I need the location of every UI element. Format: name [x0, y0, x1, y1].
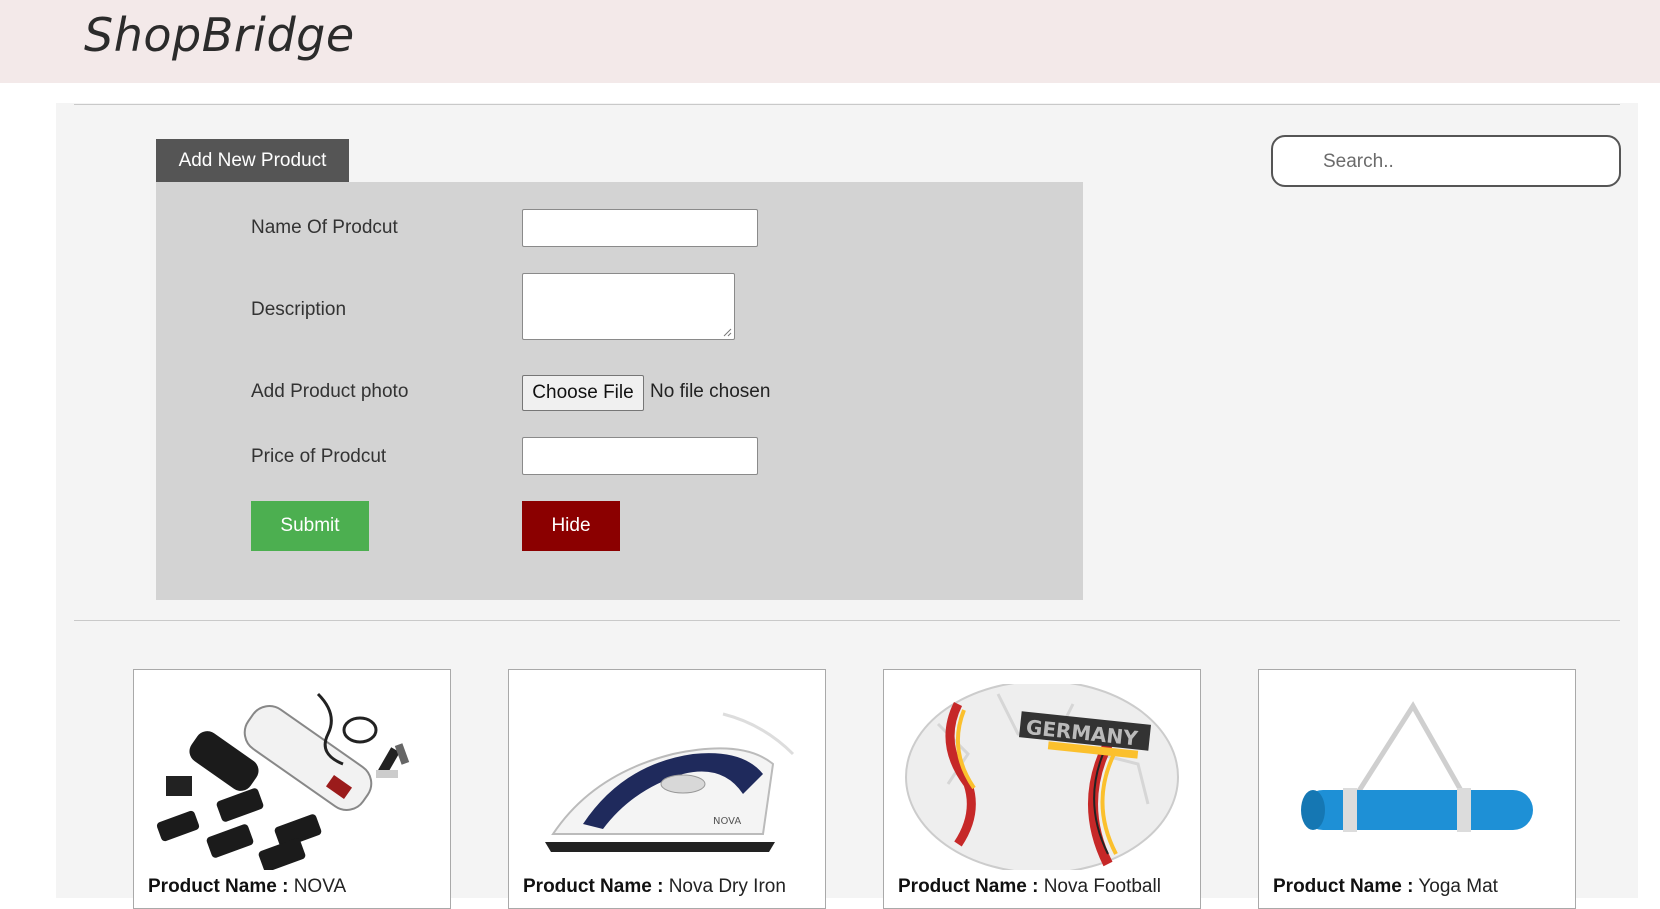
product-card[interactable]: NOVA Product Name : Nova Dry Iron [508, 669, 826, 909]
trimmer-image [148, 684, 436, 870]
football-image: GERMANY [898, 684, 1186, 870]
top-bar: ShopBridge [0, 0, 1660, 83]
product-card[interactable]: Product Name : NOVA [133, 669, 451, 909]
price-label: Price of Prodcut [251, 446, 387, 467]
product-name-value: Yoga Mat [1418, 876, 1498, 897]
description-label: Description [251, 299, 347, 320]
search-icon [1292, 151, 1312, 171]
product-name-label: Product Name : [148, 876, 289, 897]
description-textarea[interactable] [522, 273, 735, 340]
file-status-text: No file chosen [650, 381, 771, 402]
add-product-tab[interactable]: Add New Product [156, 139, 349, 182]
resize-grip-icon[interactable] [722, 327, 732, 337]
product-name: Product Name : Nova Football [898, 876, 1161, 898]
top-divider [74, 104, 1620, 105]
price-input[interactable] [522, 437, 758, 475]
hide-button[interactable]: Hide [522, 501, 620, 551]
product-name-value: Nova Football [1043, 876, 1161, 897]
choose-file-button[interactable]: Choose File [522, 375, 644, 411]
submit-button[interactable]: Submit [251, 501, 369, 551]
name-label: Name Of Prodcut [251, 217, 398, 238]
photo-label: Add Product photo [251, 381, 409, 402]
search-input[interactable]: Search.. [1323, 151, 1394, 173]
product-name-input[interactable] [522, 209, 758, 247]
product-name: Product Name : Nova Dry Iron [523, 876, 786, 898]
product-name-value: Nova Dry Iron [668, 876, 786, 897]
search-box[interactable]: Search.. [1271, 135, 1621, 187]
yoga-mat-image [1273, 684, 1561, 870]
product-card[interactable]: GERMANY Product Name : Nova Football [883, 669, 1201, 909]
product-name-label: Product Name : [1273, 876, 1414, 897]
brand-logo: ShopBridge [84, 8, 355, 62]
product-name-label: Product Name : [523, 876, 664, 897]
svg-text:NOVA: NOVA [713, 816, 741, 827]
iron-image: NOVA [523, 684, 811, 870]
product-name: Product Name : Yoga Mat [1273, 876, 1498, 898]
middle-divider [74, 620, 1620, 621]
product-name: Product Name : NOVA [148, 876, 346, 898]
product-card[interactable]: Product Name : Yoga Mat [1258, 669, 1576, 909]
product-name-value: NOVA [293, 876, 347, 897]
product-name-label: Product Name : [898, 876, 1039, 897]
